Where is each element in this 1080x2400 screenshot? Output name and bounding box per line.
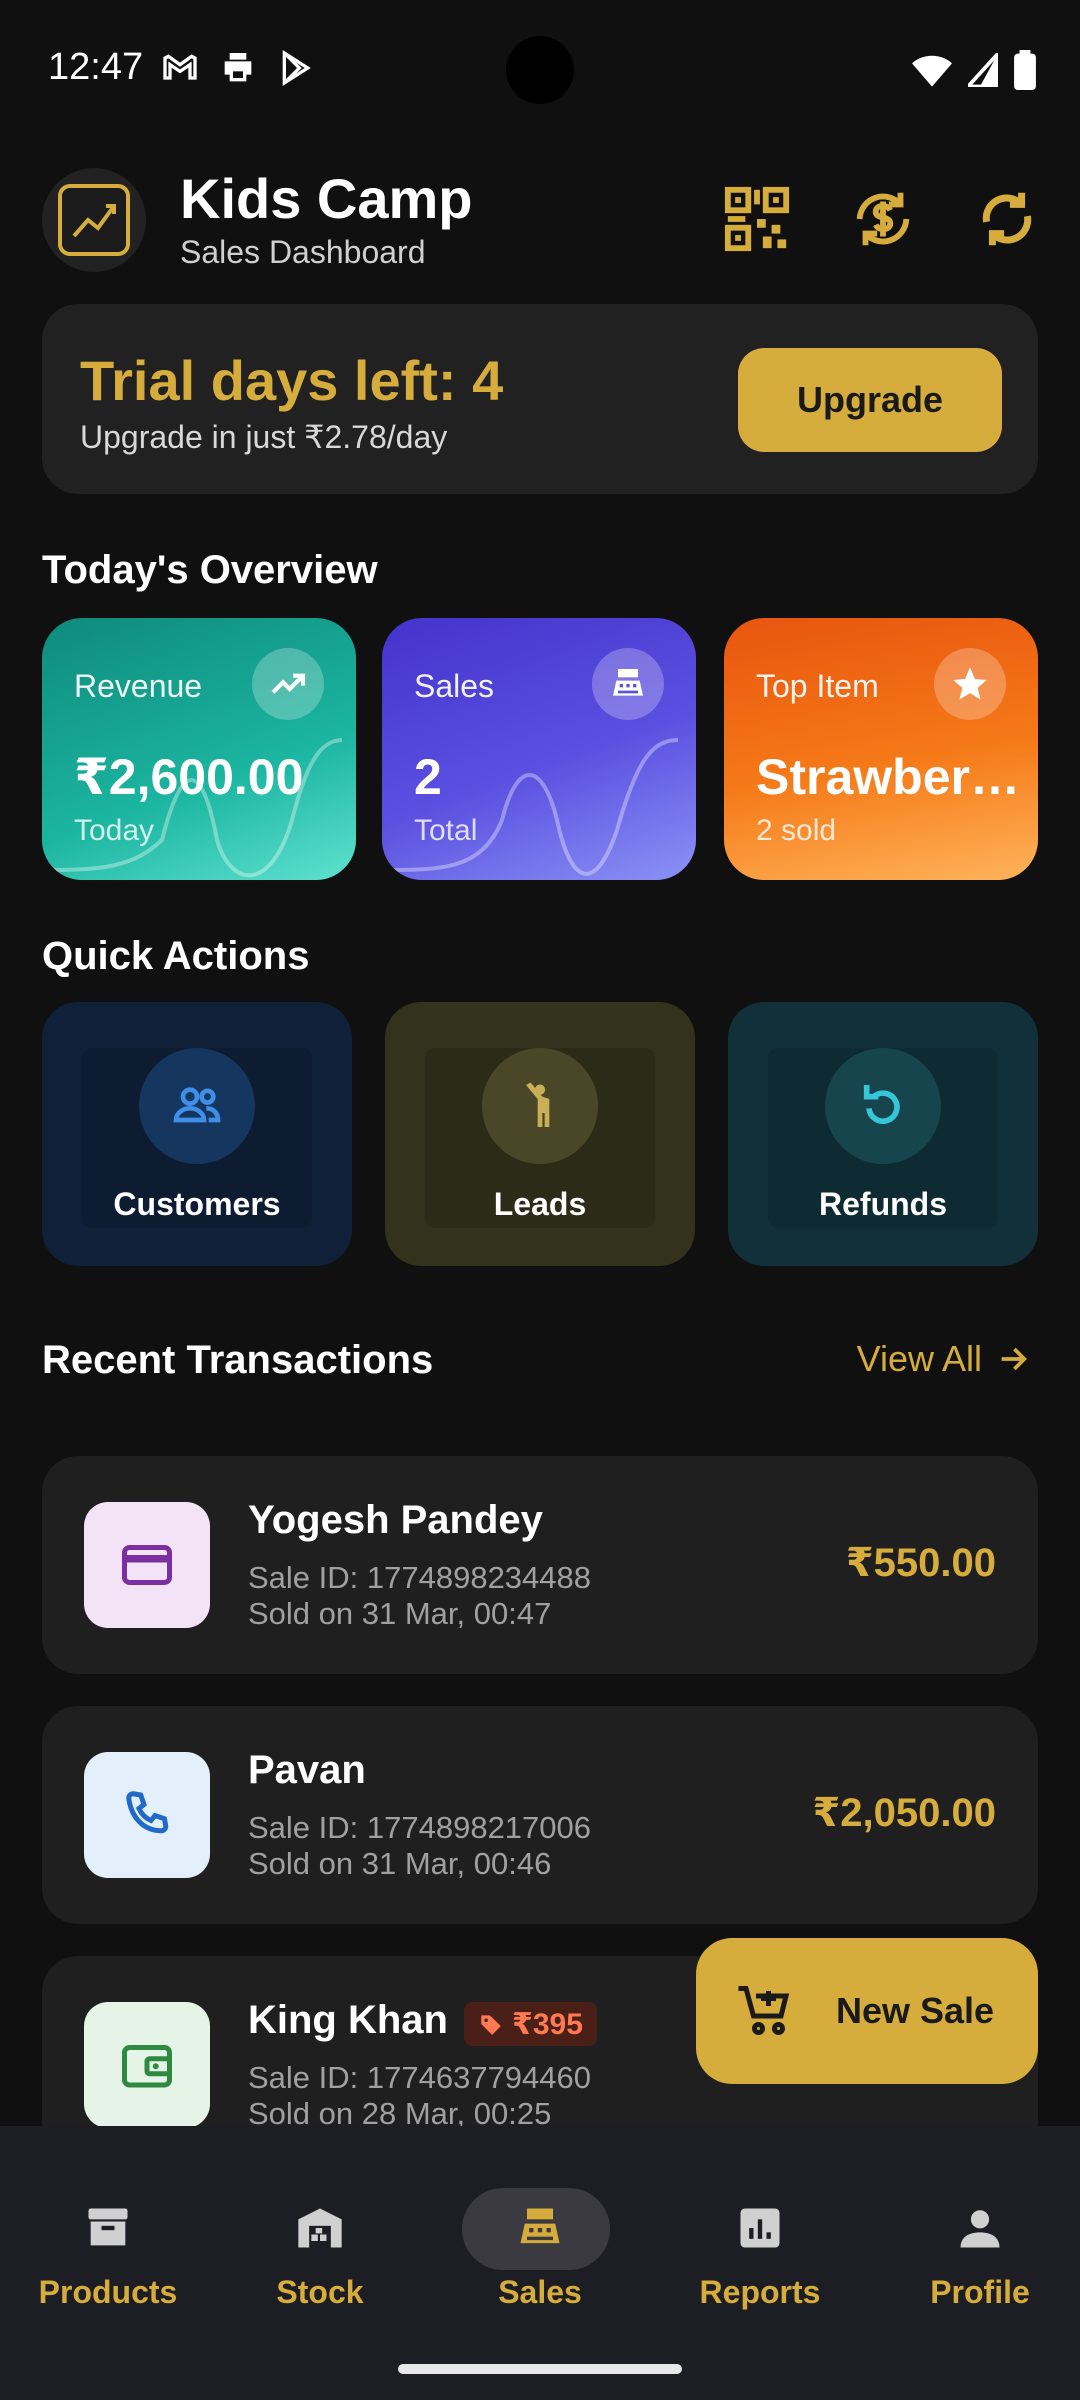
refunds-action[interactable]: Refunds [728,1002,1038,1266]
trial-banner: Trial days left: 4 Upgrade in just ₹2.78… [42,304,1038,494]
revenue-label: Revenue [74,668,203,704]
nav-item-products[interactable]: Products [0,2156,216,2310]
upgrade-button[interactable]: Upgrade [738,348,1002,452]
discount-badge: ₹395 [464,2002,597,2046]
new-sale-label: New Sale [836,1990,995,2031]
discount-amount: ₹395 [512,2007,583,2041]
cash-register-icon [592,648,664,720]
person-icon [960,2210,1000,2248]
app-header: Kids Camp Sales Dashboard [42,166,1038,272]
nav-label-stock: Stock [276,2274,364,2310]
revenue-value: ₹2,600.00 [74,749,304,805]
overview-title: Today's Overview [42,548,378,592]
currency-exchange-icon[interactable] [848,184,918,254]
sync-icon[interactable] [972,184,1042,254]
top-item-sub: 2 sold [756,814,837,847]
sale-id: Sale ID: 1774898234488 [248,1560,592,1595]
app-subtitle: Sales Dashboard [180,234,426,270]
top-item-card[interactable]: Top Item Strawber… 2 sold [724,618,1038,880]
top-item-value: Strawber… [756,749,1020,805]
view-all-link[interactable]: View All [857,1338,1030,1380]
home-indicator[interactable] [398,2364,682,2374]
status-bar: 12:47 [0,0,1080,136]
star-icon [934,648,1006,720]
warehouse-icon [298,2208,342,2248]
sales-card[interactable]: Sales 2 Total [382,618,696,880]
wallet-icon [84,2002,210,2128]
trial-days-left: Trial days left: 4 [80,349,504,412]
customer-name: Pavan [248,1748,366,1792]
notification-icons [160,48,316,88]
nav-label-products: Products [38,2274,178,2310]
cash-register-icon [520,2208,560,2244]
customer-name: King Khan [248,1998,448,2042]
credit-card-icon [84,1502,210,1628]
people-icon [139,1048,255,1164]
new-sale-button[interactable]: New Sale [696,1938,1038,2084]
print-icon [224,53,252,82]
nav-item-stock[interactable]: Stock [212,2156,428,2310]
customers-label: Customers [113,1186,281,1222]
arrow-right-icon [1001,1347,1027,1371]
status-time: 12:47 [48,46,144,88]
add-shopping-cart-icon [738,1986,790,2035]
system-icons [912,50,1036,90]
nav-item-profile[interactable]: Profile [872,2156,1080,2310]
sale-date: Sold on 31 Mar, 00:47 [248,1596,552,1631]
battery-icon [1014,50,1036,90]
person-raising-hand-icon [482,1048,598,1164]
gmail-icon [163,54,197,80]
nav-label-profile: Profile [930,2274,1030,2310]
archive-icon [88,2208,128,2246]
bottom-navigation: Products Stock Sales Reports Profile [0,2126,1080,2400]
nav-item-sales[interactable]: Sales [432,2156,648,2310]
sale-amount: ₹2,050.00 [812,1791,996,1835]
sale-id: Sale ID: 1774898217006 [248,1810,592,1845]
nav-label-reports: Reports [699,2274,821,2310]
leads-action[interactable]: Leads [385,1002,695,1266]
refunds-label: Refunds [819,1186,947,1222]
recent-transactions-title: Recent Transactions [42,1338,434,1382]
app-title: Kids Camp [180,167,473,230]
trending-up-icon [252,648,324,720]
logo-chart-icon [72,204,116,238]
app-logo [42,168,146,272]
trial-price: Upgrade in just ₹2.78/day [80,419,448,455]
sales-label: Sales [414,668,495,704]
customers-action[interactable]: Customers [42,1002,352,1266]
sale-id: Sale ID: 1774637794460 [248,2060,592,2095]
sales-value: 2 [414,749,442,805]
transaction-row[interactable]: Pavan Sale ID: 1774898217006 Sold on 31 … [42,1706,1038,1924]
sale-date: Sold on 31 Mar, 00:46 [248,1846,552,1881]
transaction-row[interactable]: Yogesh Pandey Sale ID: 1774898234488 Sol… [42,1456,1038,1674]
phone-icon [84,1752,210,1878]
wifi-icon [912,55,952,87]
play-store-icon [282,49,311,87]
nav-item-reports[interactable]: Reports [652,2156,868,2310]
sales-sub: Total [414,814,478,847]
camera-cutout [506,36,574,104]
view-all-label: View All [856,1338,982,1379]
leads-label: Leads [493,1186,587,1222]
customer-name: Yogesh Pandey [248,1498,543,1542]
nav-label-sales: Sales [498,2274,582,2310]
sale-amount: ₹550.00 [845,1541,996,1585]
revenue-sub: Today [74,814,155,847]
top-item-label: Top Item [756,668,879,704]
quick-actions-title: Quick Actions [42,934,310,978]
tag-icon [481,2015,501,2035]
refresh-icon [825,1048,941,1164]
revenue-card[interactable]: Revenue ₹2,600.00 Today [42,618,356,880]
bar-chart-icon [740,2208,780,2248]
signal-icon [968,53,998,87]
qr-scan-icon[interactable] [722,184,792,254]
